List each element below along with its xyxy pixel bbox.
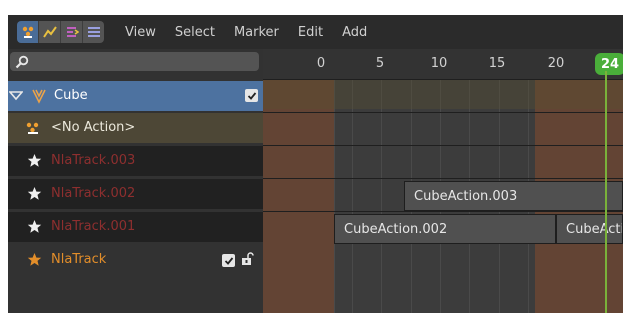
object-visibility-checkbox[interactable] — [245, 89, 258, 102]
editor-type-selector[interactable] — [17, 21, 104, 43]
channel-list: Cube <No Action> NlaTrack.003 NlaTrack.0… — [8, 49, 263, 313]
playhead-line[interactable] — [605, 71, 607, 313]
nla-timeline[interactable]: 0 5 10 15 20 24 CubeAction.003 CubeActio… — [263, 15, 623, 313]
object-name: Cube — [54, 88, 88, 103]
grid-line — [352, 79, 353, 313]
nla-track-row[interactable]: NlaTrack.003 — [8, 146, 263, 176]
frame-tick: 0 — [316, 56, 326, 71]
row-divider — [263, 79, 623, 80]
track-label: NlaTrack.003 — [51, 153, 136, 168]
out-of-range-shading — [263, 79, 334, 313]
frame-tick: 15 — [488, 56, 506, 71]
collapse-arrow-icon[interactable] — [8, 89, 24, 106]
nla-strip[interactable]: CubeAction.003 — [404, 181, 623, 211]
track-label: NlaTrack.001 — [51, 219, 136, 234]
star-icon — [27, 252, 42, 270]
track-mute-checkbox[interactable] — [222, 254, 235, 267]
nla-track-row[interactable]: NlaTrack.002 — [8, 179, 263, 209]
action-row[interactable]: <No Action> — [8, 113, 263, 143]
menu-view[interactable]: View — [125, 25, 156, 40]
star-icon — [27, 186, 42, 204]
action-icon — [25, 121, 41, 138]
star-icon — [27, 153, 42, 171]
frame-tick: 10 — [430, 56, 448, 71]
track-label: NlaTrack.002 — [51, 186, 136, 201]
row-divider — [263, 178, 623, 179]
drivers-icon[interactable] — [61, 21, 83, 43]
frame-ruler[interactable]: 0 5 10 15 20 — [263, 49, 623, 79]
row-divider — [263, 112, 623, 113]
nla-track-row-active[interactable]: NlaTrack — [8, 245, 263, 275]
frame-tick: 5 — [375, 56, 385, 71]
action-label: <No Action> — [51, 120, 136, 135]
search-icon — [15, 55, 29, 72]
lock-icon[interactable] — [240, 251, 256, 270]
grid-line — [334, 79, 335, 313]
star-icon — [27, 219, 42, 237]
nla-strip[interactable]: CubeAction.002 — [334, 214, 556, 244]
track-label: NlaTrack — [51, 252, 107, 267]
mesh-object-icon — [31, 88, 47, 107]
frame-tick: 20 — [547, 56, 565, 71]
nla-editor-window: View Select Marker Edit Add Cube <No Act… — [8, 15, 623, 313]
channel-search-field[interactable] — [10, 52, 259, 71]
object-row-cube[interactable]: Cube — [8, 81, 263, 111]
strip-label: CubeAction.002 — [344, 221, 448, 237]
row-divider — [263, 145, 623, 146]
current-frame-indicator[interactable]: 24 — [595, 53, 623, 75]
strip-label: CubeActi — [566, 221, 623, 237]
action-strip-row — [263, 79, 623, 109]
graph-editor-icon[interactable] — [39, 21, 61, 43]
strip-area[interactable]: CubeAction.003 CubeAction.002 CubeActi — [263, 79, 623, 313]
menu-select[interactable]: Select — [175, 25, 215, 40]
grid-line — [381, 79, 382, 313]
nla-editor-icon[interactable] — [17, 21, 39, 43]
dope-sheet-icon[interactable] — [83, 21, 104, 43]
nla-track-row[interactable]: NlaTrack.001 — [8, 212, 263, 242]
strip-label: CubeAction.003 — [414, 188, 518, 204]
row-divider — [263, 211, 623, 212]
nla-strip[interactable]: CubeActi — [556, 214, 623, 244]
